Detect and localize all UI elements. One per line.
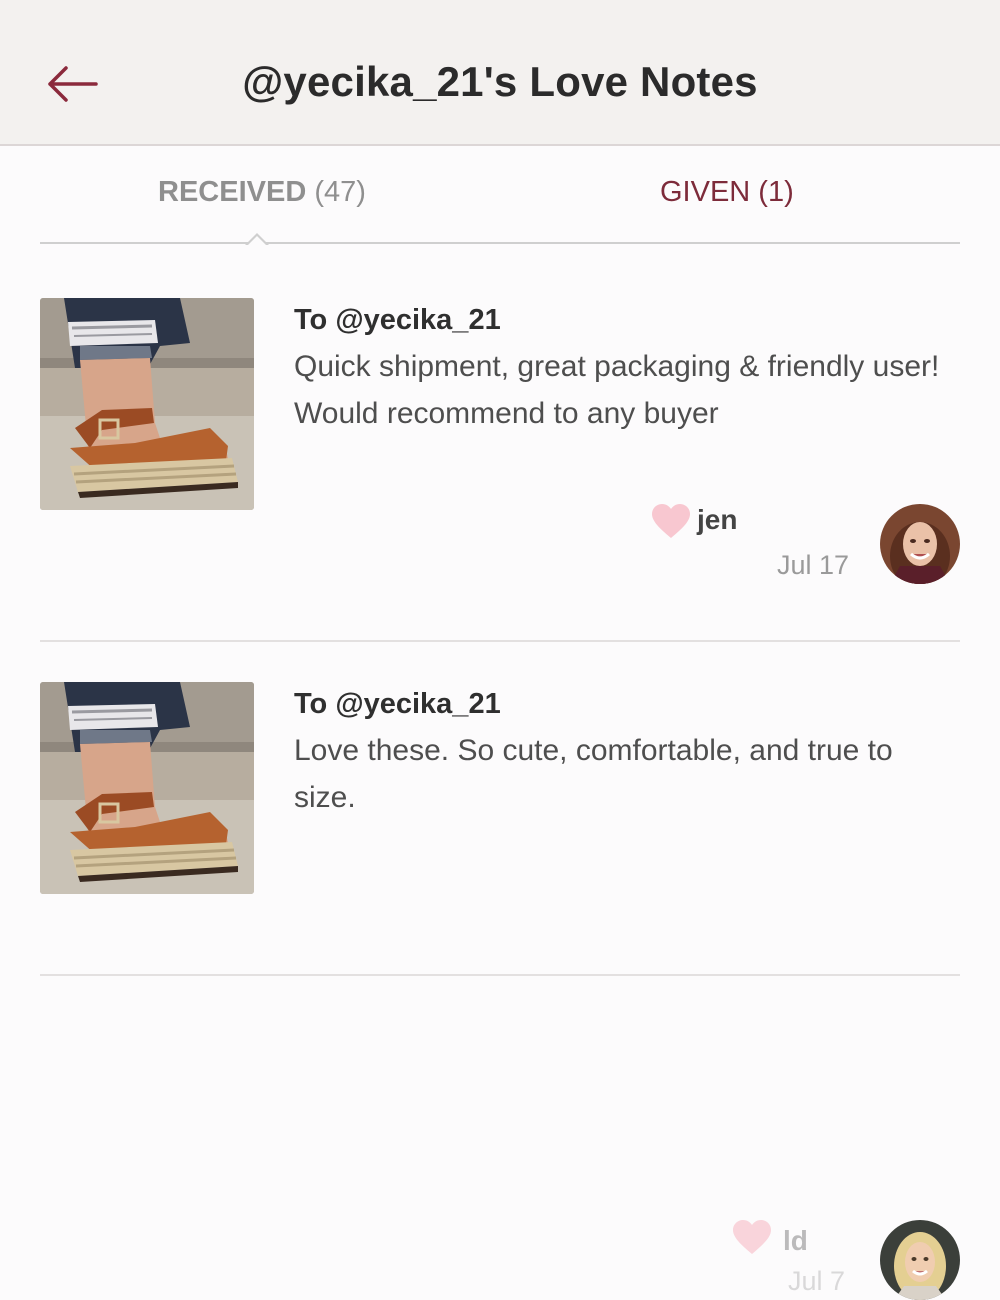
heart-icon[interactable] (732, 1220, 772, 1256)
heart-icon[interactable] (651, 504, 691, 540)
note-date: Jul 7 (788, 1266, 846, 1296)
note-content: To @yecika_21 Quick shipment, great pack… (294, 304, 954, 437)
listing-thumbnail[interactable] (40, 298, 254, 510)
tab-received[interactable]: RECEIVED (47) (158, 176, 366, 209)
tab-received-count: (47) (314, 176, 366, 208)
note-date: Jul 17 (777, 550, 850, 580)
listing-thumbnail[interactable] (40, 682, 254, 894)
tab-bar: RECEIVED (47) GIVEN (1) (40, 146, 960, 246)
love-note-item: To @yecika_21 Quick shipment, great pack… (40, 296, 960, 642)
avatar-photo (880, 504, 960, 584)
note-message: Love these. So cute, comfortable, and tr… (294, 734, 893, 814)
note-recipient: To @yecika_21 (294, 304, 501, 336)
divider (40, 974, 960, 976)
tabs-divider (40, 242, 960, 244)
note-recipient: To @yecika_21 (294, 688, 501, 720)
sender-avatar[interactable] (880, 504, 960, 584)
avatar-photo (880, 1220, 960, 1300)
sandals-photo (40, 682, 254, 894)
sandals-photo (40, 298, 254, 510)
tab-given[interactable]: GIVEN (1) (660, 176, 794, 209)
love-note-item: To @yecika_21 Love these. So cute, comfo… (40, 680, 960, 1300)
note-message: Quick shipment, great packaging & friend… (294, 350, 940, 430)
app-header: @yecika_21's Love Notes (0, 0, 1000, 146)
page-title: @yecika_21's Love Notes (242, 58, 758, 105)
sender-username[interactable]: ld (783, 1225, 808, 1257)
sender-username[interactable]: jen (697, 504, 737, 536)
divider (40, 640, 960, 642)
note-content: To @yecika_21 Love these. So cute, comfo… (294, 688, 954, 821)
sender-avatar[interactable] (880, 1220, 960, 1300)
tab-received-label: RECEIVED (158, 176, 307, 208)
